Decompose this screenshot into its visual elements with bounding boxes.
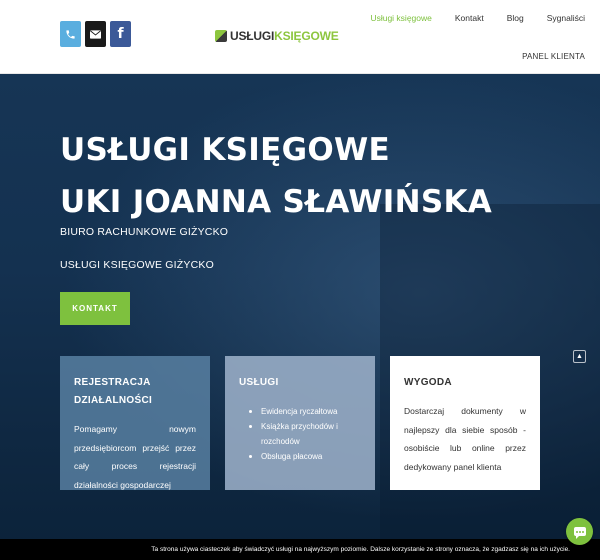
chat-bubble-icon	[573, 527, 586, 539]
card-title: USŁUGI	[239, 377, 279, 388]
card-title: WYGODA	[404, 377, 452, 388]
social-links: f	[60, 21, 131, 47]
chat-button[interactable]	[566, 518, 593, 545]
logo-text: USŁUGIKSIĘGOWE	[230, 29, 339, 43]
nav-item-kontakt[interactable]: Kontakt	[455, 13, 484, 23]
cookie-bar: Ta strona używa ciasteczek aby świadczyć…	[0, 539, 600, 560]
list-item: Książka przychodów i rozchodów	[249, 419, 361, 449]
hero-section: USŁUGI KSIĘGOWE UKI JOANNA SŁAWIŃSKA BIU…	[0, 74, 600, 560]
list-item: Ewidencja ryczałtowa	[249, 404, 361, 419]
hero-subtitle-uslugi: USŁUGI KSIĘGOWE GIŻYCKO	[60, 259, 214, 271]
card-body: Pomagamy nowym przedsiębiorcom przejść p…	[74, 424, 196, 490]
phone-icon[interactable]	[60, 21, 81, 47]
site-header: f USŁUGIKSIĘGOWE Usługi księgowe Kontakt…	[0, 0, 600, 74]
nav-item-uslugi-ksiegowe[interactable]: Usługi księgowe	[370, 13, 431, 23]
scroll-up-icon[interactable]: ▲	[573, 350, 586, 363]
nav-item-panel-klienta[interactable]: PANEL KLIENTA	[522, 52, 585, 61]
list-item: Obsługa płacowa	[249, 449, 361, 464]
hero-subtitle-biuro: BIURO RACHUNKOWE GIŻYCKO	[60, 226, 229, 238]
facebook-icon[interactable]: f	[110, 21, 131, 47]
card-body: Dostarczaj dokumenty w najlepszy dla sie…	[404, 406, 526, 472]
mail-icon[interactable]	[85, 21, 106, 47]
kontakt-button[interactable]: KONTAKT	[60, 292, 130, 325]
main-nav: Usługi księgowe Kontakt Blog Sygnaliści	[370, 13, 585, 23]
card-uslugi: USŁUGI Ewidencja ryczałtowa Książka przy…	[225, 356, 375, 490]
logo-mark-icon	[215, 30, 227, 42]
card-title: REJESTRACJA DZIAŁALNOŚCI	[74, 377, 153, 406]
site-logo[interactable]: USŁUGIKSIĘGOWE	[215, 29, 339, 43]
nav-item-blog[interactable]: Blog	[507, 13, 524, 23]
card-wygoda: WYGODA Dostarczaj dokumenty w najlepszy …	[390, 356, 540, 490]
card-rejestracja: REJESTRACJA DZIAŁALNOŚCI Pomagamy nowym p…	[60, 356, 210, 490]
services-list: Ewidencja ryczałtowa Książka przychodów …	[239, 404, 361, 464]
nav-item-sygnalisci[interactable]: Sygnaliści	[547, 13, 585, 23]
hero-title: USŁUGI KSIĘGOWE UKI JOANNA SŁAWIŃSKA	[60, 132, 493, 220]
